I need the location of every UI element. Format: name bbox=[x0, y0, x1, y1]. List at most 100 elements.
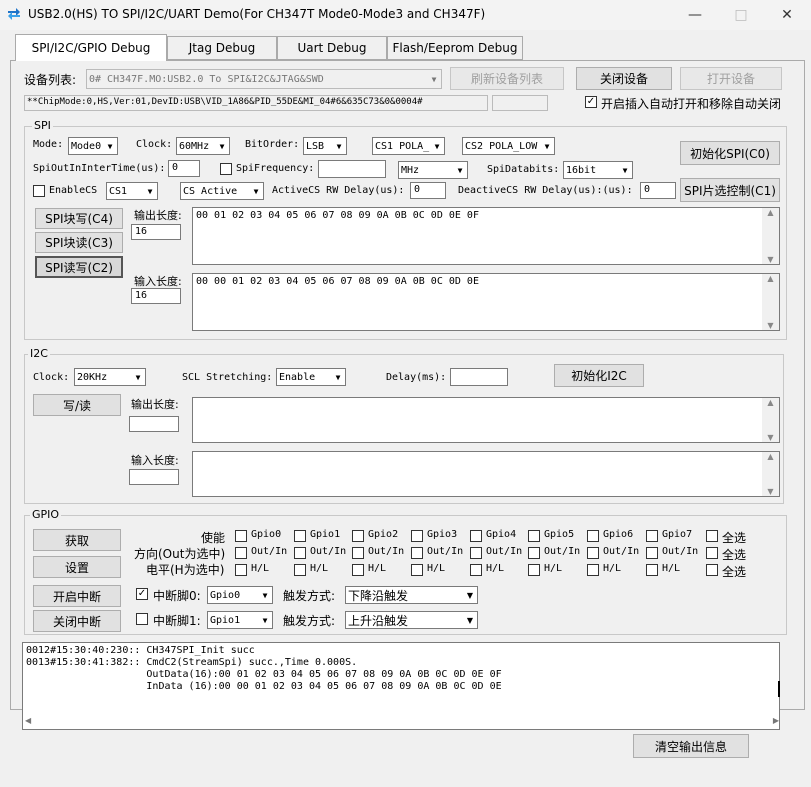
gpio-enable-select-all-checkbox[interactable] bbox=[706, 530, 718, 542]
minimize-icon[interactable]: — bbox=[672, 0, 718, 30]
spi-mode-select[interactable]: Mode0 ▼ bbox=[68, 137, 118, 155]
i2c-delay-input[interactable] bbox=[450, 368, 508, 386]
scroll-down-icon[interactable]: ▼ bbox=[767, 433, 773, 442]
gpio4-enable-checkbox[interactable] bbox=[470, 530, 482, 542]
spi-out-data-textarea[interactable]: 00 01 02 03 04 05 06 07 08 09 0A 0B 0C 0… bbox=[192, 207, 780, 265]
spi-frequency-unit-select[interactable]: MHz ▼ bbox=[398, 161, 468, 179]
gpio-direction-select-all-checkbox[interactable] bbox=[706, 547, 718, 559]
spi-block-read-button[interactable]: SPI块读(C3) bbox=[35, 232, 123, 253]
i2c-out-scrollbar[interactable]: ▲ ▼ bbox=[762, 398, 779, 442]
interrupt0-pin-select[interactable]: Gpio0 ▼ bbox=[207, 586, 273, 604]
clear-log-button[interactable]: 清空输出信息 bbox=[633, 734, 749, 758]
maximize-icon[interactable]: □ bbox=[718, 0, 764, 30]
gpio5-enable-checkbox[interactable] bbox=[528, 530, 540, 542]
gpio4-direction-checkbox[interactable] bbox=[470, 547, 482, 559]
tab-jtag[interactable]: Jtag Debug bbox=[167, 36, 277, 60]
refresh-devices-button[interactable]: 刷新设备列表 bbox=[450, 67, 564, 90]
scroll-down-icon[interactable]: ▼ bbox=[767, 255, 773, 264]
enable-cs-checkbox[interactable] bbox=[33, 185, 45, 197]
scroll-up-icon[interactable]: ▲ bbox=[767, 398, 773, 407]
scroll-up-icon[interactable]: ▲ bbox=[767, 452, 773, 461]
tab-spi-i2c-gpio[interactable]: SPI/I2C/GPIO Debug bbox=[15, 34, 167, 61]
deactive-cs-delay-input[interactable]: 0 bbox=[640, 182, 676, 199]
i2c-in-len-input[interactable] bbox=[129, 469, 179, 485]
spi-bitorder-select[interactable]: LSB ▼ bbox=[303, 137, 347, 155]
interrupt1-checkbox[interactable] bbox=[136, 613, 148, 625]
spi-frequency-input[interactable] bbox=[318, 160, 386, 178]
gpio2-level-checkbox[interactable] bbox=[352, 564, 364, 576]
scroll-left-icon[interactable]: ◀ bbox=[25, 716, 31, 728]
i2c-in-scrollbar[interactable]: ▲ ▼ bbox=[762, 452, 779, 496]
close-device-button[interactable]: 关闭设备 bbox=[576, 67, 672, 90]
spi-databits-select[interactable]: 16bit ▼ bbox=[563, 161, 633, 179]
cs-select[interactable]: CS1 ▼ bbox=[106, 182, 158, 200]
gpio7-enable-checkbox[interactable] bbox=[646, 530, 658, 542]
scroll-down-icon[interactable]: ▼ bbox=[767, 321, 773, 330]
trigger1-select[interactable]: 上升沿触发 ▼ bbox=[345, 611, 478, 629]
spi-read-write-button[interactable]: SPI读写(C2) bbox=[35, 256, 123, 278]
i2c-out-len-input[interactable] bbox=[129, 416, 179, 432]
gpio3-enable-checkbox[interactable] bbox=[411, 530, 423, 542]
interrupt0-checkbox[interactable]: ✓ bbox=[136, 588, 148, 600]
gpio-set-button[interactable]: 设置 bbox=[33, 556, 121, 578]
cs-active-select[interactable]: CS Active ▼ bbox=[180, 182, 264, 200]
gpio6-direction-checkbox[interactable] bbox=[587, 547, 599, 559]
interrupt1-pin-select[interactable]: Gpio1 ▼ bbox=[207, 611, 273, 629]
gpio6-level-checkbox[interactable] bbox=[587, 564, 599, 576]
scroll-up-icon[interactable]: ▲ bbox=[767, 208, 773, 217]
gpio0-level-checkbox[interactable] bbox=[235, 564, 247, 576]
disable-interrupt-button[interactable]: 关闭中断 bbox=[33, 610, 121, 632]
tab-uart[interactable]: Uart Debug bbox=[277, 36, 387, 60]
gpio1-enable-checkbox[interactable] bbox=[294, 530, 306, 542]
gpio6-enable-checkbox[interactable] bbox=[587, 530, 599, 542]
gpio-get-button[interactable]: 获取 bbox=[33, 529, 121, 551]
active-cs-delay-input[interactable]: 0 bbox=[410, 182, 446, 199]
spi-in-len-input[interactable]: 16 bbox=[131, 288, 181, 304]
spi-inter-time-input[interactable]: 0 bbox=[168, 160, 200, 177]
close-icon[interactable]: ✕ bbox=[764, 0, 810, 30]
spi-cs1-polarity-select[interactable]: CS1 POLA_ ▼ bbox=[372, 137, 445, 155]
spi-in-scrollbar[interactable]: ▲ ▼ bbox=[762, 274, 779, 330]
spi-clock-select[interactable]: 60MHz ▼ bbox=[176, 137, 230, 155]
init-i2c-button[interactable]: 初始化I2C bbox=[554, 364, 644, 387]
spi-frequency-checkbox[interactable] bbox=[220, 163, 232, 175]
log-output[interactable]: 0012#15:30:40:230:: CH347SPI_Init succ 0… bbox=[22, 642, 780, 730]
tab-flash-eeprom[interactable]: Flash/Eeprom Debug bbox=[387, 36, 523, 60]
gpio2-enable-checkbox[interactable] bbox=[352, 530, 364, 542]
gpio7-direction-checkbox[interactable] bbox=[646, 547, 658, 559]
scroll-down-icon[interactable]: ▼ bbox=[767, 487, 773, 496]
gpio0-enable-checkbox[interactable] bbox=[235, 530, 247, 542]
gpio1-direction-checkbox[interactable] bbox=[294, 547, 306, 559]
open-device-button[interactable]: 打开设备 bbox=[680, 67, 782, 90]
trigger0-select[interactable]: 下降沿触发 ▼ bbox=[345, 586, 478, 604]
gpio0-direction-checkbox[interactable] bbox=[235, 547, 247, 559]
gpio5-level-checkbox[interactable] bbox=[528, 564, 540, 576]
scroll-up-icon[interactable]: ▲ bbox=[767, 274, 773, 283]
i2c-out-data-textarea[interactable]: ▲ ▼ bbox=[192, 397, 780, 443]
gpio7-level-checkbox[interactable] bbox=[646, 564, 658, 576]
spi-cs2-polarity-select[interactable]: CS2 POLA_LOW ▼ bbox=[462, 137, 555, 155]
gpio3-direction-checkbox[interactable] bbox=[411, 547, 423, 559]
gpio-level-select-all-checkbox[interactable] bbox=[706, 564, 718, 576]
spi-out-scrollbar[interactable]: ▲ ▼ bbox=[762, 208, 779, 264]
scl-stretching-select[interactable]: Enable ▼ bbox=[276, 368, 346, 386]
device-select[interactable]: 0# CH347F.MO:USB2.0 To SPI&I2C&JTAG&SWD … bbox=[86, 69, 442, 89]
spi-out-len-input[interactable]: 16 bbox=[131, 224, 181, 240]
gpio3-level-checkbox[interactable] bbox=[411, 564, 423, 576]
spi-in-data-textarea[interactable]: 00 00 01 02 03 04 05 06 07 08 09 0A 0B 0… bbox=[192, 273, 780, 331]
spi-cs-control-button[interactable]: SPI片选控制(C1) bbox=[680, 178, 780, 202]
scroll-right-icon[interactable]: ▶ bbox=[773, 716, 779, 728]
interrupt0-pin-value: Gpio0 bbox=[210, 589, 241, 601]
gpio1-level-checkbox[interactable] bbox=[294, 564, 306, 576]
auto-open-checkbox[interactable]: ✓ bbox=[585, 96, 597, 108]
gpio4-level-checkbox[interactable] bbox=[470, 564, 482, 576]
i2c-in-data-textarea[interactable]: ▲ ▼ bbox=[192, 451, 780, 497]
spi-block-write-button[interactable]: SPI块写(C4) bbox=[35, 208, 123, 229]
gpio5-direction-checkbox[interactable] bbox=[528, 547, 540, 559]
i2c-clock-select[interactable]: 20KHz ▼ bbox=[74, 368, 146, 386]
enable-interrupt-button[interactable]: 开启中断 bbox=[33, 585, 121, 607]
i2c-write-read-button[interactable]: 写/读 bbox=[33, 394, 121, 416]
init-spi-button[interactable]: 初始化SPI(C0) bbox=[680, 141, 780, 165]
log-hscrollbar[interactable]: ◀ ▶ bbox=[25, 716, 779, 728]
gpio2-direction-checkbox[interactable] bbox=[352, 547, 364, 559]
